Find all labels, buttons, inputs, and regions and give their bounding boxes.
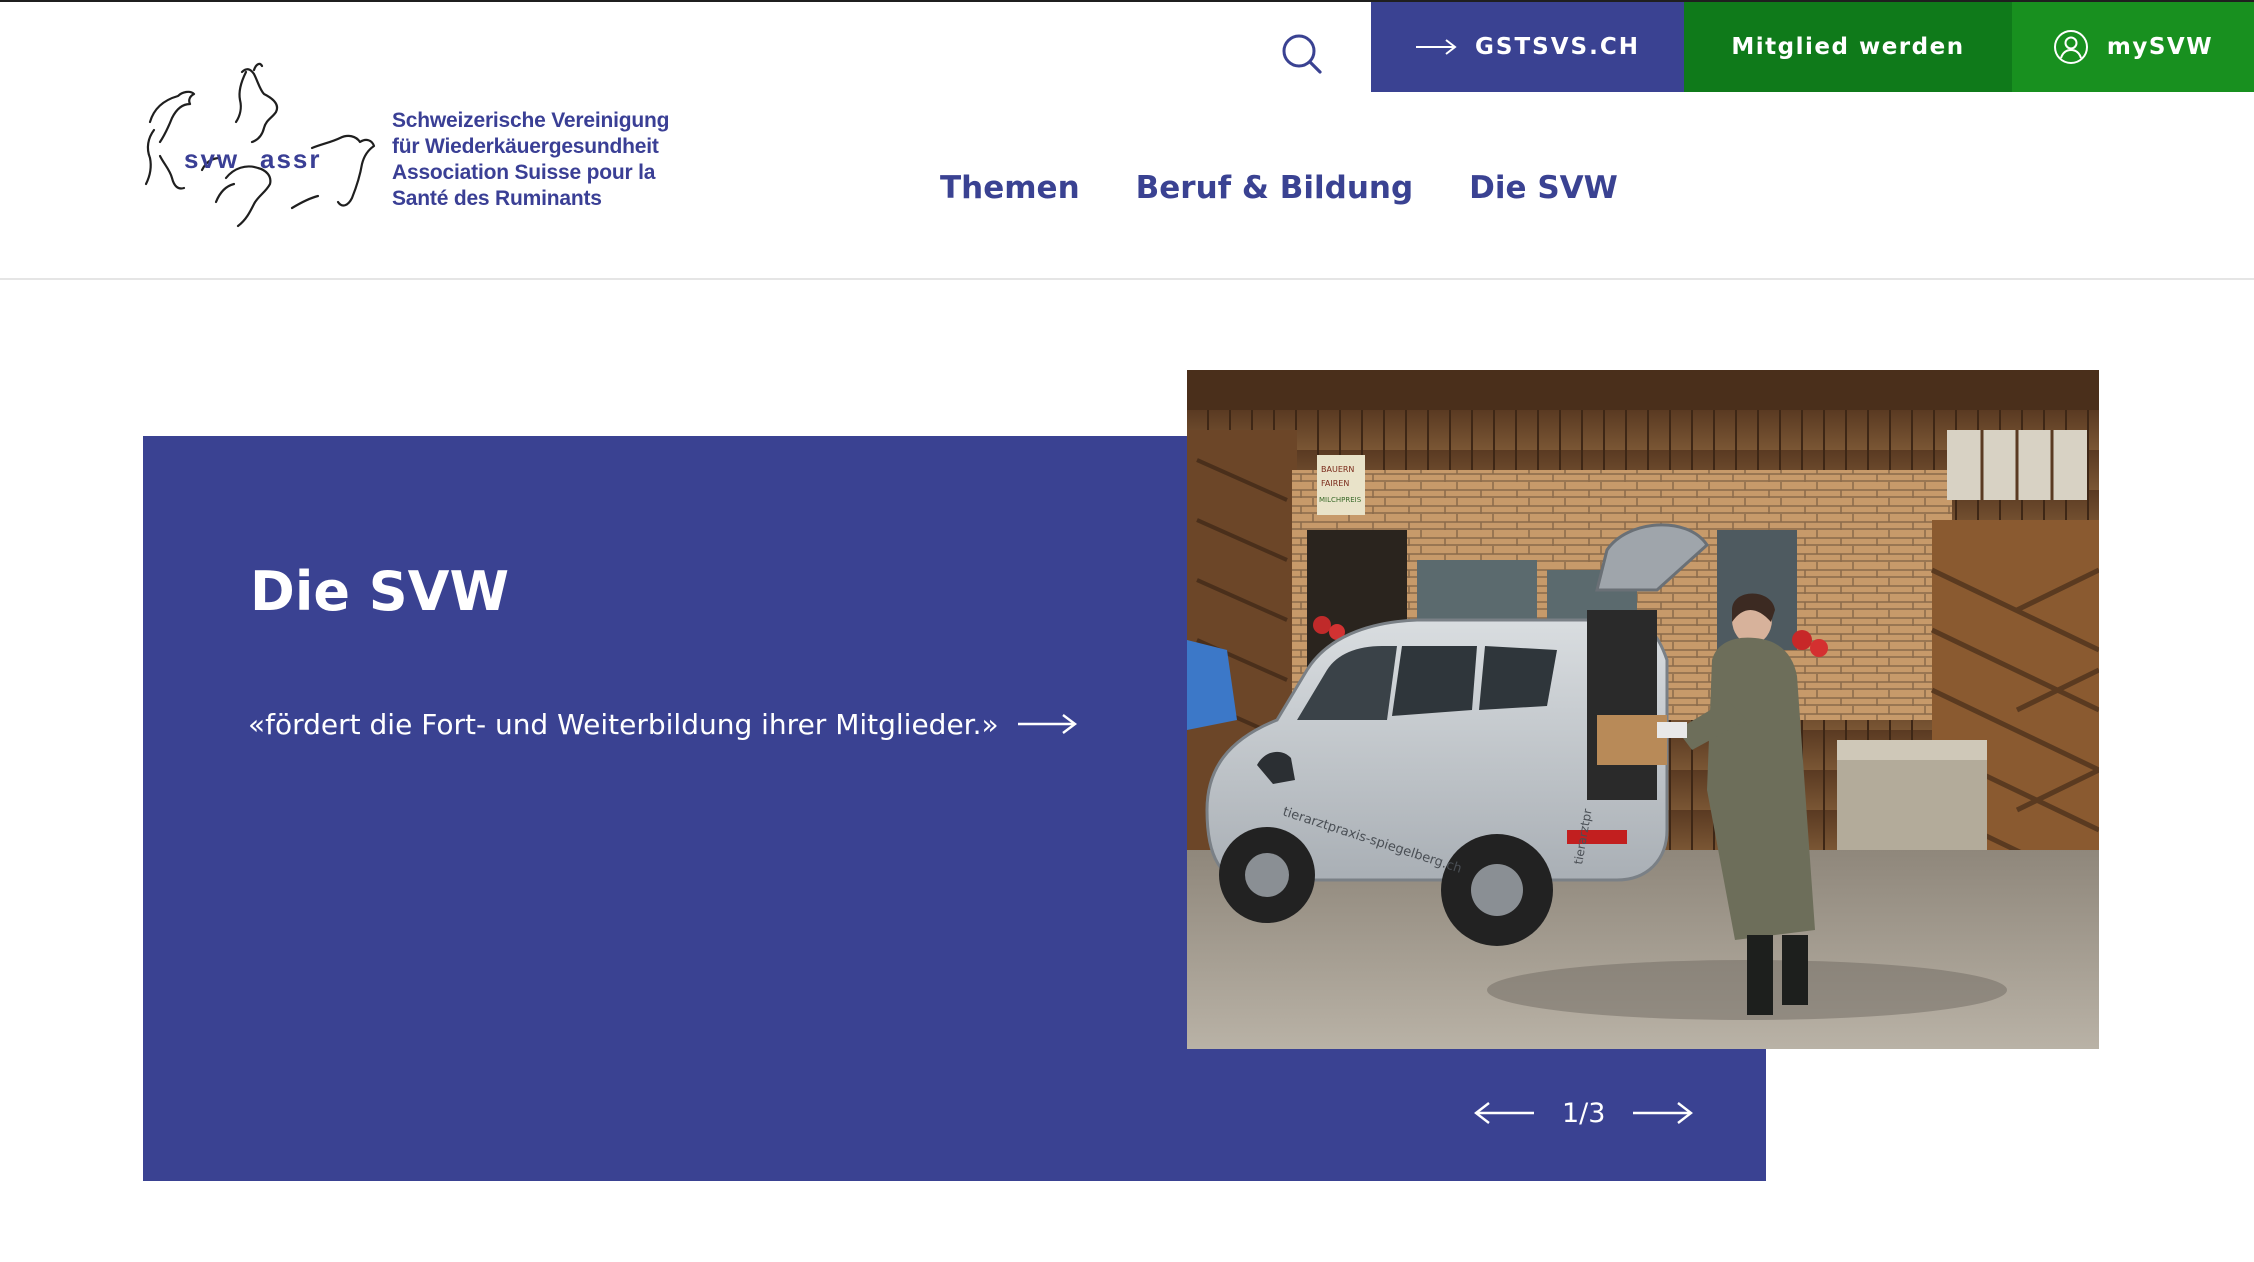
nav-item-themen[interactable]: Themen — [940, 170, 1080, 218]
nav-item-die-svw[interactable]: Die SVW — [1469, 170, 1618, 218]
logo-wordmark-right: assr — [260, 144, 322, 174]
arrow-right-icon — [1415, 39, 1457, 55]
user-icon — [2053, 29, 2089, 65]
page: svw assr Schweizerische Vereinigung für … — [0, 0, 2254, 1262]
nav-item-beruf-bildung[interactable]: Beruf & Bildung — [1136, 170, 1414, 218]
arrow-right-icon — [1017, 713, 1077, 735]
logo-wordmark-left: svw — [184, 144, 239, 174]
site-logo[interactable]: svw assr Schweizerische Vereinigung für … — [142, 60, 669, 232]
become-member-button[interactable]: Mitglied werden — [1684, 2, 2012, 92]
photo-sign-line: MILCHPREIS — [1319, 496, 1362, 504]
logo-line: Association Suisse pour la — [392, 161, 656, 184]
gstsvs-link-button[interactable]: GSTSVS.CH — [1371, 2, 1684, 92]
search-icon — [1282, 34, 1322, 74]
mysvw-label: mySVW — [2106, 34, 2214, 60]
site-header: svw assr Schweizerische Vereinigung für … — [0, 0, 2254, 280]
arrow-right-icon — [1633, 1102, 1694, 1124]
slider-next-button[interactable] — [1631, 1100, 1694, 1126]
logo-text: Schweizerische Vereinigung für Wiederkäu… — [392, 108, 692, 212]
slider-counter: 1/3 — [1562, 1097, 1606, 1129]
photo-sign-line: BAUERN — [1321, 465, 1354, 474]
gstsvs-link-label: GSTSVS.CH — [1475, 34, 1640, 60]
main-navigation: Themen Beruf & Bildung Die SVW — [940, 170, 1618, 218]
logo-line: Santé des Ruminants — [392, 187, 602, 210]
logo-line: Schweizerische Vereinigung — [392, 109, 670, 132]
mysvw-login-button[interactable]: mySVW — [2012, 2, 2254, 92]
ruminants-logo-icon: svw assr — [144, 62, 376, 228]
hero-photo: BAUERN FAIREN MILCHPREIS tierarztpraxis-… — [1187, 370, 2099, 1049]
slider-prev-button[interactable] — [1474, 1100, 1536, 1126]
slider-controls: 1/3 — [1474, 1088, 1694, 1138]
hero-title: Die SVW — [250, 560, 510, 623]
search-button[interactable] — [1272, 24, 1332, 84]
logo-line: für Wiederkäuergesundheit — [392, 135, 659, 158]
hero-link[interactable]: «fördert die Fort- und Weiterbildung ihr… — [248, 702, 1077, 746]
arrow-left-icon — [1474, 1102, 1534, 1124]
photo-sign-line: FAIREN — [1321, 479, 1349, 488]
become-member-label: Mitglied werden — [1731, 34, 1965, 60]
hero-text: «fördert die Fort- und Weiterbildung ihr… — [248, 707, 999, 741]
